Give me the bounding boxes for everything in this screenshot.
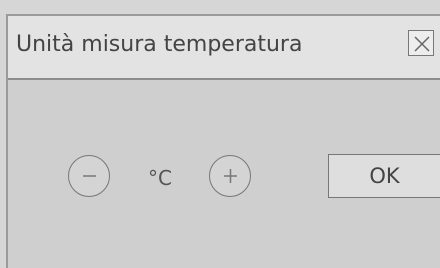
dialog-title: Unità misura temperatura [16,32,303,57]
increment-button[interactable] [209,155,251,197]
close-button[interactable] [408,30,434,56]
temperature-unit-value: °C [148,166,172,190]
close-icon [414,36,430,52]
dialog-titlebar: Unità misura temperatura [8,16,440,80]
ok-button[interactable]: OK [328,154,440,198]
temperature-unit-dialog: Unità misura temperatura °C OK [6,14,440,268]
minus-icon [83,175,96,177]
screen: Unità misura temperatura °C OK [0,0,440,268]
dialog-content: °C OK [8,78,440,268]
plus-icon [224,169,237,183]
decrement-button[interactable] [68,155,110,197]
